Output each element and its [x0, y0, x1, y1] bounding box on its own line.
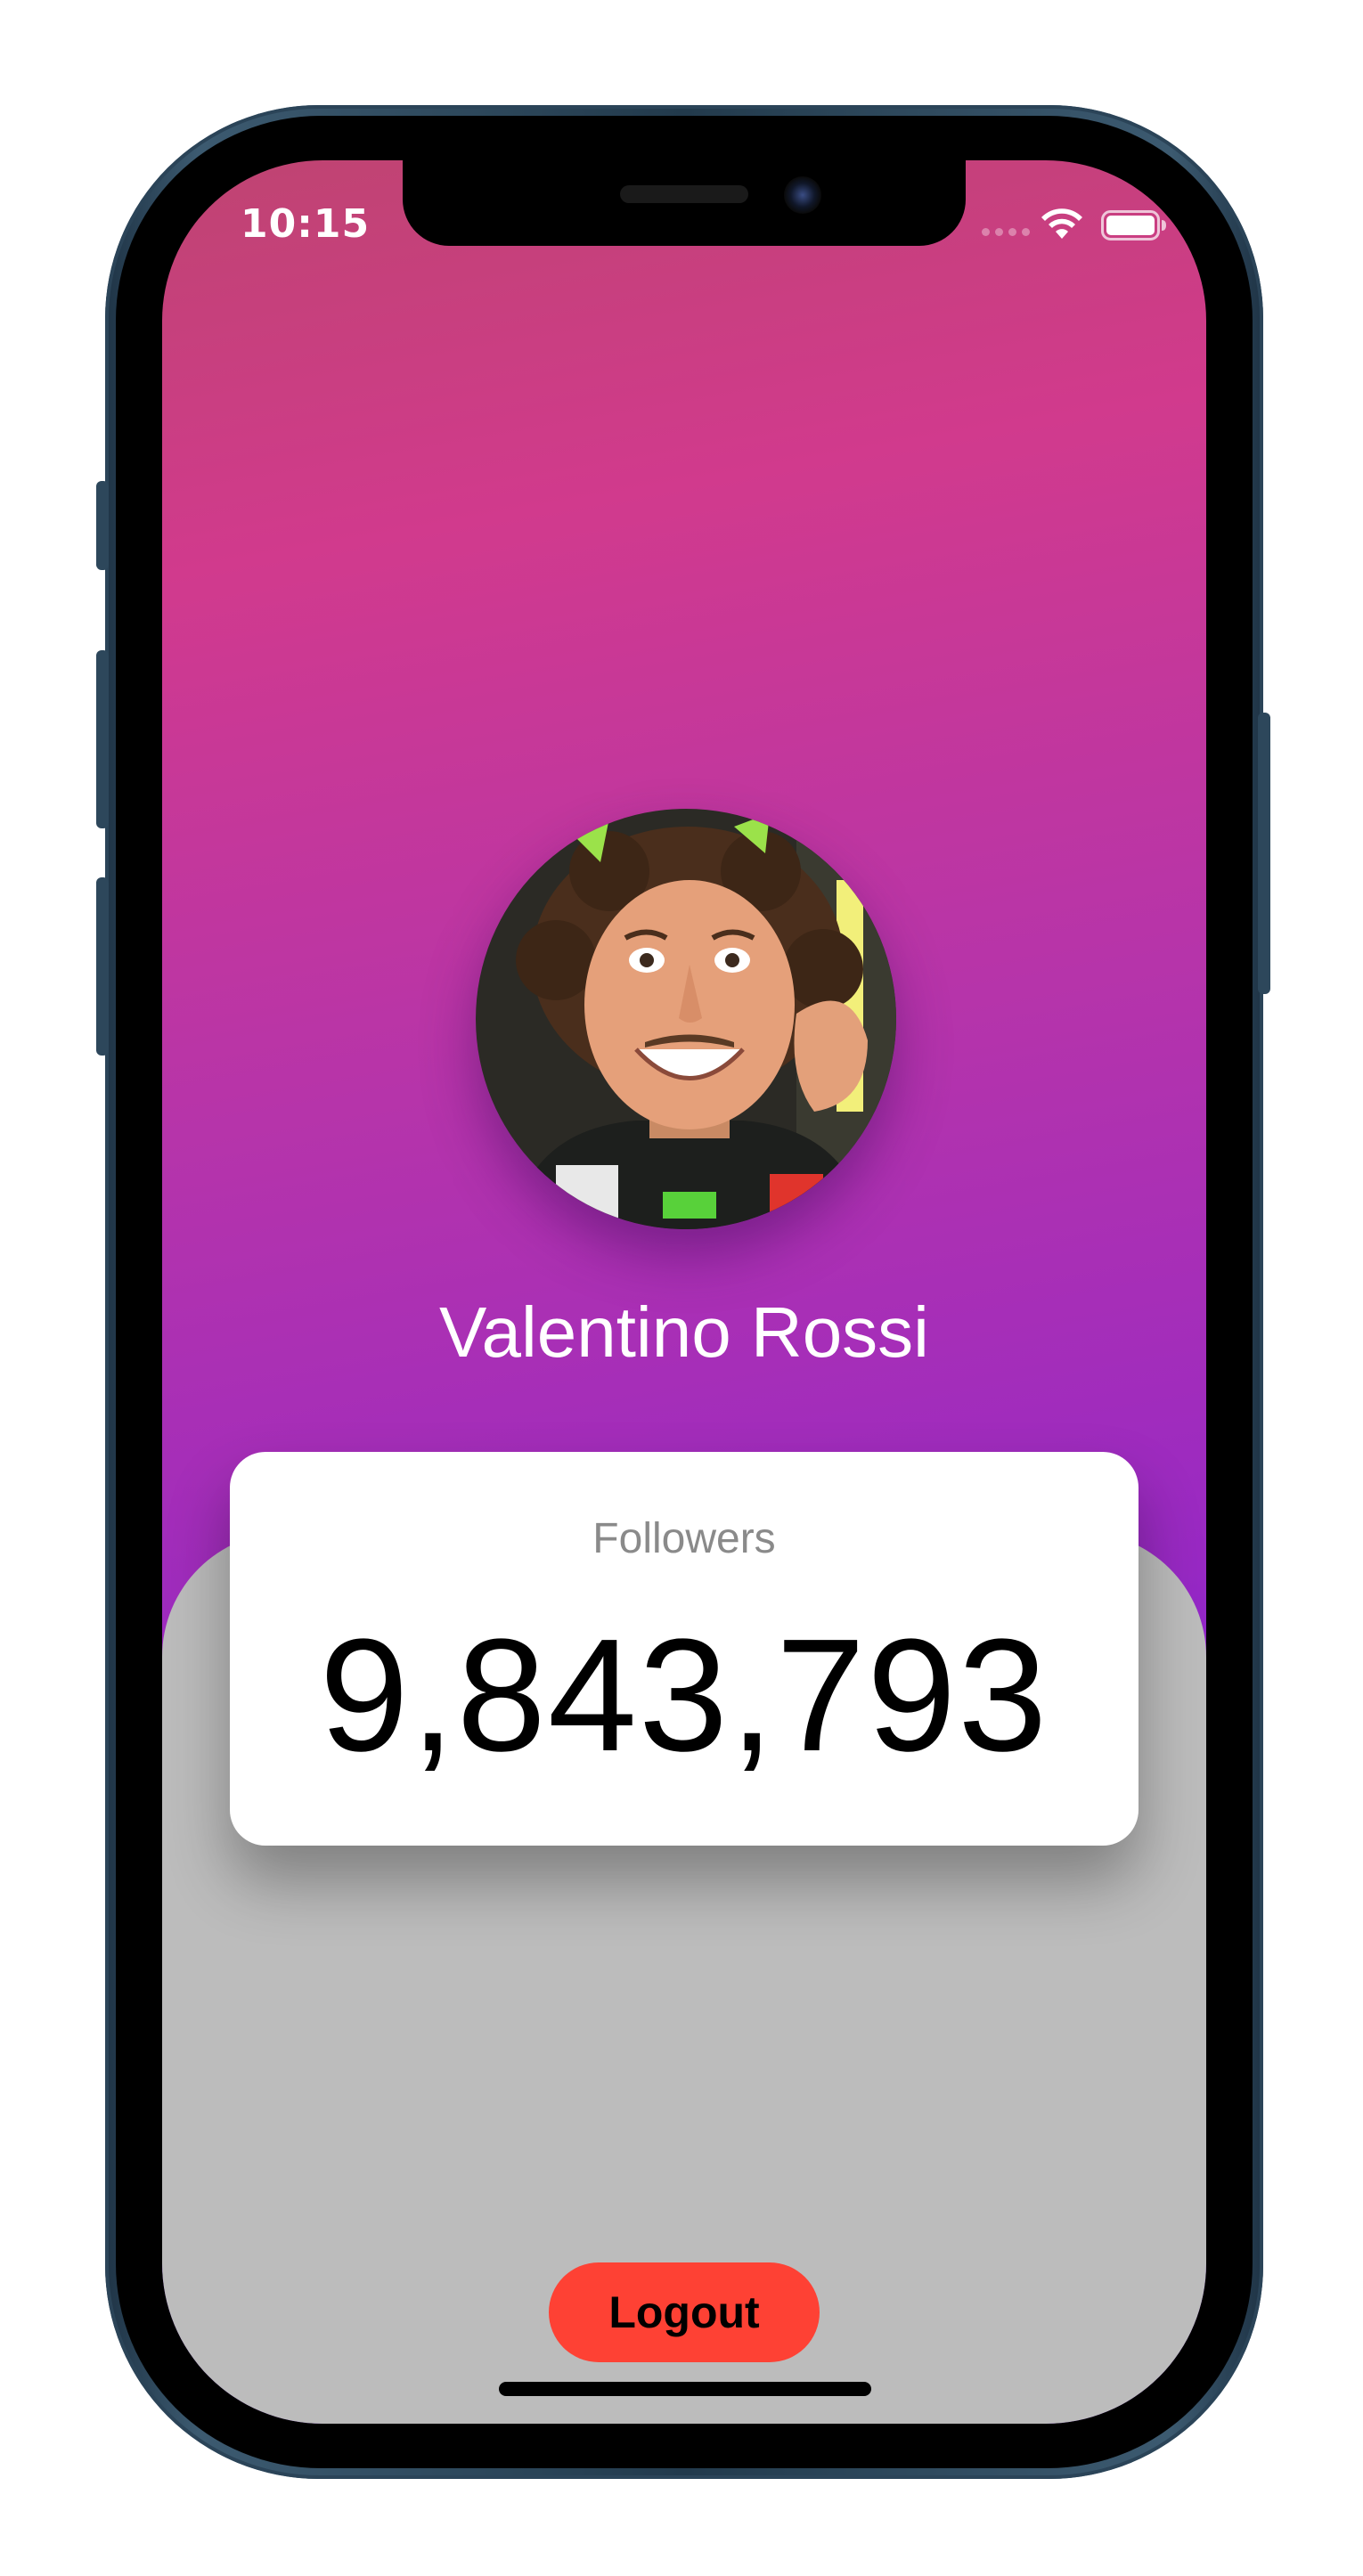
mute-switch: [96, 481, 109, 570]
battery-icon: [1101, 210, 1166, 240]
followers-card: Followers 9,843,793: [230, 1452, 1139, 1846]
home-indicator[interactable]: [499, 2382, 871, 2396]
cellular-signal-icon: [982, 228, 1030, 236]
followers-label: Followers: [592, 1515, 776, 1562]
logout-button[interactable]: Logout: [549, 2262, 820, 2362]
avatar-photo: [476, 809, 896, 1229]
earpiece-speaker: [620, 185, 748, 203]
volume-down-button: [96, 877, 109, 1056]
profile-name: Valentino Rossi: [439, 1292, 929, 1372]
front-camera-icon: [784, 176, 821, 214]
notch: [403, 160, 966, 246]
profile-avatar: [476, 809, 896, 1229]
status-time: 10:15: [241, 201, 371, 247]
app-screen: 10:15 Valentino Rossi Followers 9,843,79…: [162, 160, 1206, 2424]
volume-up-button: [96, 650, 109, 828]
followers-count: 9,843,793: [319, 1606, 1049, 1785]
power-button: [1258, 713, 1270, 994]
wifi-icon: [1041, 208, 1082, 239]
